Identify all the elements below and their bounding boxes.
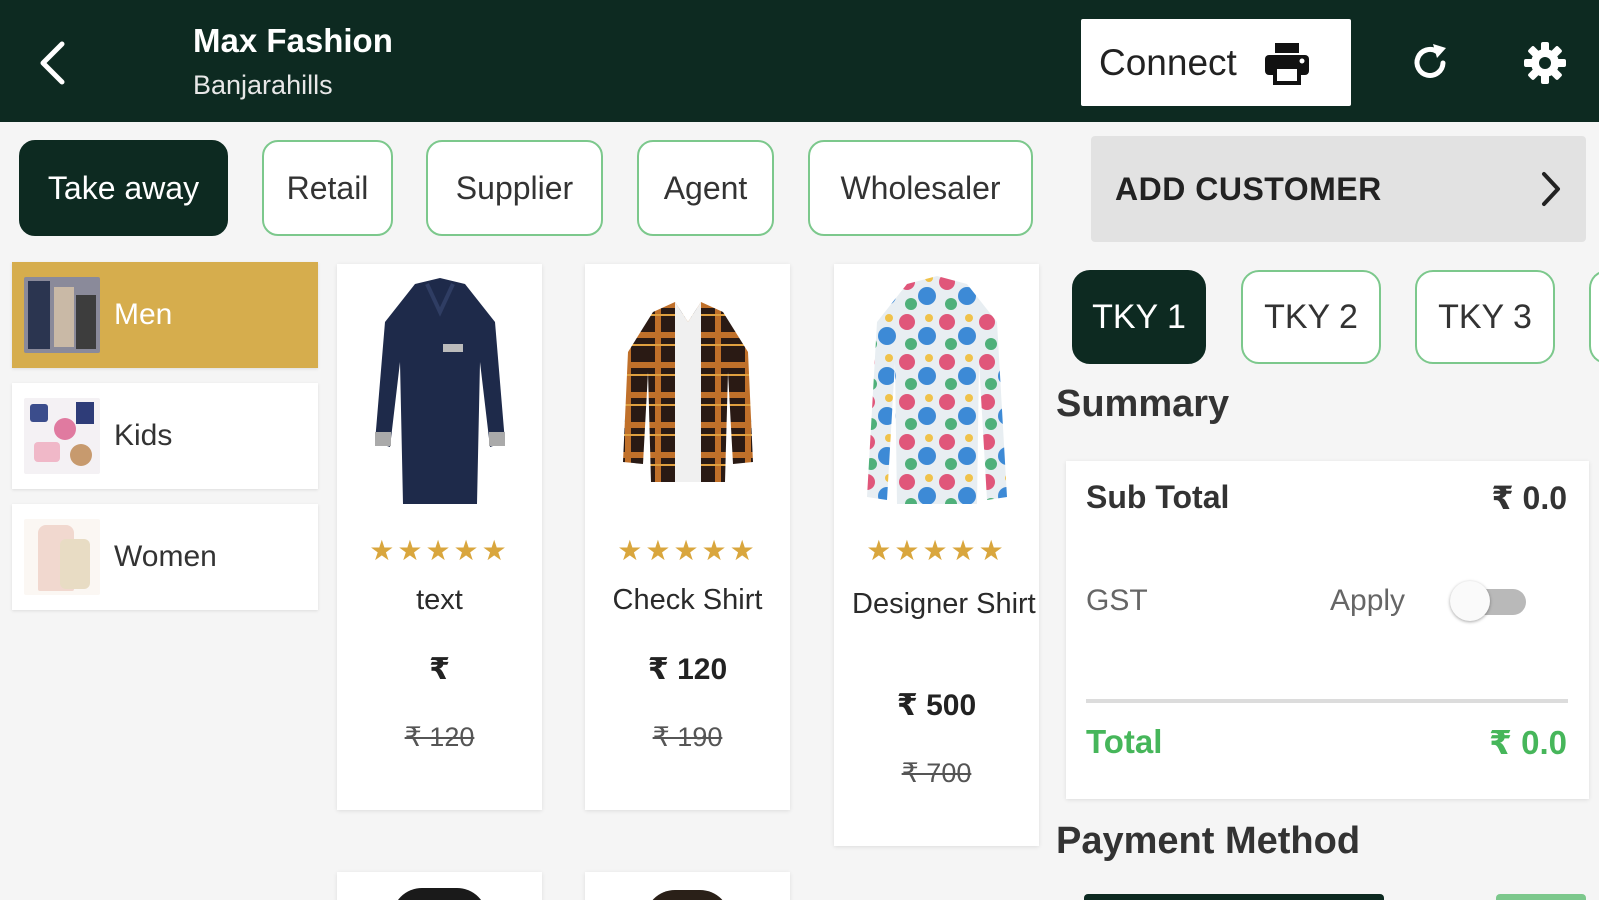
product-name: Check Shirt [612,584,763,616]
refresh-button[interactable] [1405,38,1455,88]
apply-label: Apply [1330,584,1406,617]
category-women-image [24,519,100,595]
category-men-image [24,277,100,353]
product-mrp: ₹ 120 [404,722,475,752]
subtotal-label: Sub Total [1086,479,1230,515]
toggle-knob [1450,581,1490,621]
app-header: Max Fashion Banjarahills Connect [0,0,1599,122]
category-kids[interactable]: Kids [12,383,318,489]
gear-icon [1524,42,1566,84]
payment-method-title: Payment Method [1056,820,1361,862]
summary-divider [1086,699,1568,703]
rating-stars: ★★★★★ [369,535,510,566]
product-price: ₹ 500 [896,689,977,722]
ticket-tab-1[interactable]: TKY 1 [1072,270,1206,364]
connect-printer-button[interactable]: Connect [1081,19,1351,106]
ticket-tab-next[interactable] [1589,270,1599,364]
summary-title: Summary [1056,383,1230,425]
refresh-icon [1414,44,1446,78]
category-label: Men [114,298,173,331]
category-label: Women [114,540,217,573]
chip-supplier[interactable]: Supplier [426,140,603,236]
store-location: Banjarahills [193,70,333,100]
printer-icon [1264,42,1309,85]
product-price: ₹ 120 [647,653,728,686]
rating-stars: ★★★★★ [617,535,758,566]
chevron-right-icon [1542,172,1560,206]
product-mrp: ₹ 700 [901,758,972,788]
add-customer-button[interactable]: ADD CUSTOMER [1091,136,1586,242]
gst-label: GST [1086,584,1148,617]
chevron-left-icon [40,41,65,85]
product-card[interactable] [585,872,790,900]
add-customer-label: ADD CUSTOMER [1115,170,1382,207]
product-card[interactable]: ★★★★★ text ₹ ₹ 120 [337,264,542,810]
product-image [585,264,790,519]
product-name: Designer Shirt [852,588,1036,620]
total-label: Total [1086,723,1163,760]
summary-card: Sub Total ₹ 0.0 GST Apply Total ₹ 0.0 [1066,461,1589,799]
product-card[interactable]: ★★★★★ Check Shirt ₹ 120 ₹ 190 [585,264,790,810]
total-value: ₹ 0.0 [1488,724,1567,761]
product-mrp: ₹ 190 [652,722,723,752]
payment-option-button[interactable] [1496,894,1586,900]
chip-wholesaler[interactable]: Wholesaler [808,140,1033,236]
gst-apply-toggle[interactable] [1450,581,1532,621]
ticket-tab-3[interactable]: TKY 3 [1415,270,1555,364]
product-card[interactable]: ★★★★★ Designer Shirt ₹ 500 ₹ 700 [834,264,1039,846]
category-men[interactable]: Men [12,262,318,368]
connect-label: Connect [1099,41,1237,83]
category-kids-image [24,398,100,474]
ticket-tab-2[interactable]: TKY 2 [1241,270,1381,364]
settings-button[interactable] [1520,38,1570,88]
rating-stars: ★★★★★ [866,535,1007,566]
product-image [834,264,1039,519]
chip-retail[interactable]: Retail [262,140,393,236]
subtotal-value: ₹ 0.0 [1491,480,1567,516]
back-button[interactable] [30,38,74,88]
product-price: ₹ [429,653,450,686]
category-label: Kids [114,419,173,452]
chip-take-away[interactable]: Take away [19,140,228,236]
product-image [337,264,542,519]
product-name: text [416,584,463,616]
category-women[interactable]: Women [12,504,318,610]
payment-option-button[interactable] [1084,894,1384,900]
chip-agent[interactable]: Agent [637,140,774,236]
store-name: Max Fashion [193,22,393,59]
product-card[interactable] [337,872,542,900]
